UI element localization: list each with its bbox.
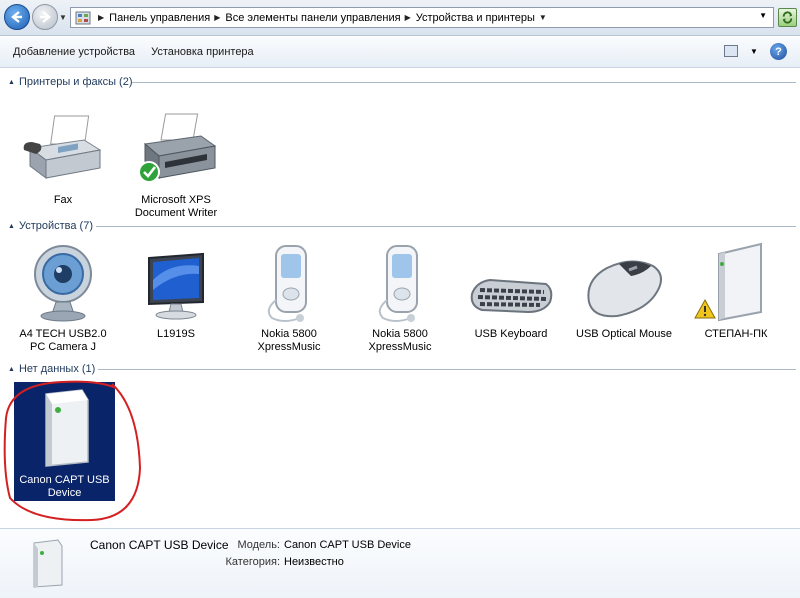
device-label: Fax (53, 194, 73, 206)
breadcrumb-all-items[interactable]: Все элементы панели управления (225, 12, 400, 24)
generic-device-icon (44, 389, 89, 467)
back-button[interactable] (4, 4, 30, 30)
device-label: A4 TECH USB2.0 PC Camera J (19, 328, 107, 353)
arrow-left-icon (11, 11, 22, 23)
address-dropdown-icon[interactable]: ▼ (759, 11, 767, 20)
monitor-icon (148, 252, 204, 320)
refresh-button[interactable] (778, 8, 797, 27)
breadcrumb-separator-icon[interactable]: ▶ (214, 13, 220, 22)
phone-icon (267, 245, 307, 322)
device-label: Canon CAPT USB Device (19, 474, 110, 499)
collapse-triangle-icon[interactable]: ▲ (8, 223, 15, 230)
device-label: Nokia 5800 XpressMusic (257, 328, 321, 353)
group-title: Устройства (7) (18, 220, 93, 232)
device-nokia-2[interactable]: Nokia 5800 XpressMusic (350, 240, 450, 354)
group-divider (98, 369, 796, 370)
arrow-right-icon (40, 11, 51, 23)
device-webcam[interactable]: A4 TECH USB2.0 PC Camera J (13, 240, 113, 354)
device-fax[interactable]: Fax (13, 106, 113, 207)
breadcrumb[interactable]: ▶ Панель управления ▶ Все элементы панел… (70, 7, 774, 28)
collapse-triangle-icon[interactable]: ▲ (8, 79, 15, 86)
device-label: USB Optical Mouse (576, 328, 672, 340)
phone-icon (378, 245, 418, 322)
breadcrumb-separator-icon[interactable]: ▼ (539, 13, 547, 22)
recent-pages-dropdown-icon[interactable]: ▼ (59, 13, 67, 22)
generic-device-icon (33, 539, 63, 588)
device-xps-writer[interactable]: Microsoft XPS Document Writer (126, 106, 226, 220)
printer-icon (138, 113, 217, 183)
forward-button[interactable] (32, 4, 58, 30)
breadcrumb-devices-printers[interactable]: Устройства и принтеры (416, 12, 535, 24)
details-category-label: Категория: (225, 556, 280, 568)
group-title: Принтеры и факсы (2) (18, 76, 133, 88)
device-canon-capt[interactable]: Canon CAPT USB Device (14, 386, 115, 500)
details-device-name: Canon CAPT USB Device (90, 538, 229, 552)
device-mouse[interactable]: USB Optical Mouse (574, 240, 674, 341)
group-title: Нет данных (1) (18, 363, 96, 375)
group-header-printers[interactable]: ▲ Принтеры и факсы (2) (8, 75, 133, 89)
address-bar: ▼ ▶ Панель управления ▶ Все элементы пан… (0, 0, 800, 36)
breadcrumb-separator-icon[interactable]: ▶ (98, 13, 104, 22)
device-label: Microsoft XPS Document Writer (134, 194, 218, 219)
details-category-value: Неизвестно (284, 556, 344, 568)
group-divider (132, 82, 796, 83)
add-device-button[interactable]: Добавление устройства (0, 46, 143, 58)
group-divider (96, 226, 796, 227)
device-label: Nokia 5800 XpressMusic (368, 328, 432, 353)
device-monitor[interactable]: L1919S (126, 240, 226, 341)
device-computer[interactable]: СТЕПАН-ПК (686, 240, 786, 341)
details-model-value: Canon CAPT USB Device (284, 539, 411, 551)
mouse-icon (587, 260, 662, 318)
command-bar: Добавление устройства Установка принтера (0, 37, 800, 68)
control-panel-icon (75, 11, 91, 24)
device-nokia-1[interactable]: Nokia 5800 XpressMusic (239, 240, 339, 354)
help-icon[interactable]: ? (770, 43, 787, 60)
fax-icon (23, 115, 102, 179)
keyboard-icon (470, 278, 553, 314)
device-label: USB Keyboard (474, 328, 548, 340)
device-keyboard[interactable]: USB Keyboard (461, 240, 561, 341)
device-label: L1919S (157, 328, 195, 340)
change-view-icon[interactable] (724, 45, 738, 57)
breadcrumb-control-panel[interactable]: Панель управления (109, 12, 210, 24)
collapse-triangle-icon[interactable]: ▲ (8, 366, 15, 373)
details-pane: Canon CAPT USB Device Модель: Canon CAPT… (0, 528, 800, 598)
group-header-nodata[interactable]: ▲ Нет данных (1) (8, 362, 95, 376)
device-label: СТЕПАН-ПК (704, 328, 768, 340)
computer-tower-icon (694, 242, 762, 322)
details-model-label: Модель: (237, 539, 280, 551)
view-dropdown-icon[interactable]: ▼ (750, 47, 758, 56)
group-header-devices[interactable]: ▲ Устройства (7) (8, 219, 93, 233)
breadcrumb-separator-icon[interactable]: ▶ (405, 13, 411, 22)
add-printer-button[interactable]: Установка принтера (143, 46, 262, 58)
refresh-icon (782, 11, 793, 24)
webcam-icon (34, 245, 92, 322)
